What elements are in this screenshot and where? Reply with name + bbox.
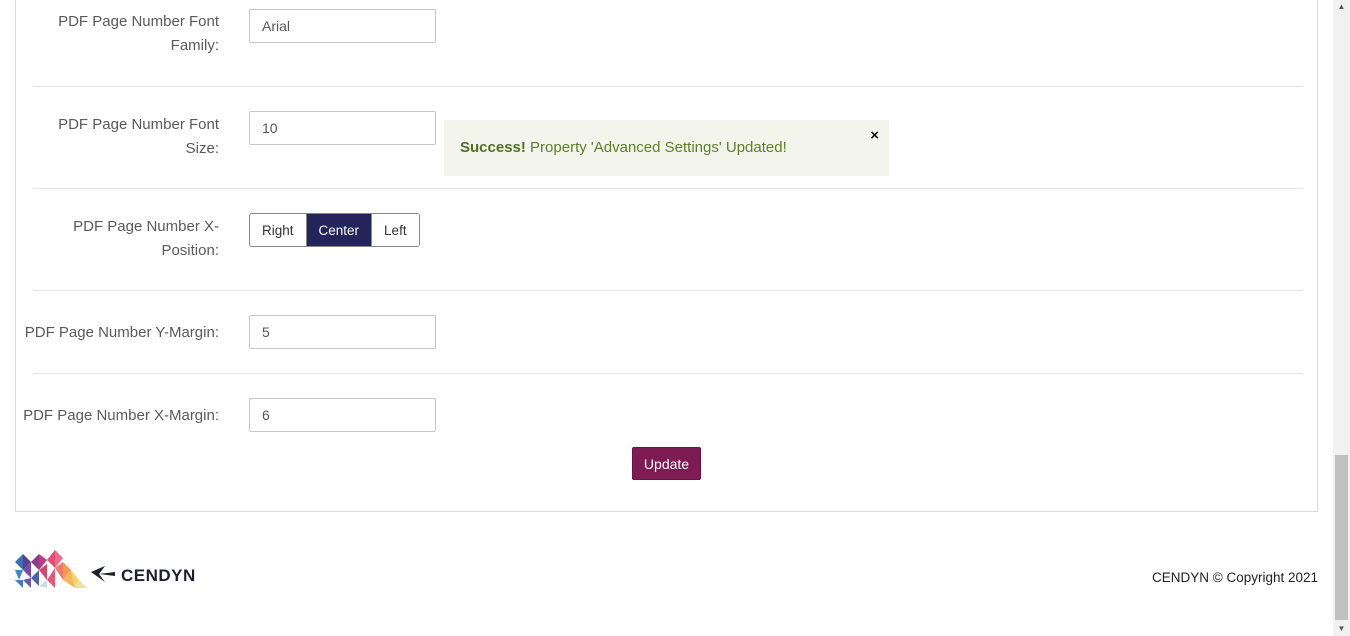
form-row-x-margin: PDF Page Number X-Margin:	[23, 374, 1303, 434]
y-margin-label: PDF Page Number Y-Margin:	[24, 324, 219, 341]
scrollbar-thumb[interactable]	[1335, 455, 1348, 620]
x-margin-input[interactable]	[249, 398, 436, 432]
font-family-input[interactable]	[249, 9, 436, 43]
x-position-label-line2: Position:	[161, 242, 219, 259]
x-position-center-button[interactable]: Center	[306, 214, 373, 246]
close-icon[interactable]: ×	[870, 126, 879, 146]
scroll-down-arrow-icon[interactable]: ▼	[1333, 622, 1350, 636]
x-position-right-button[interactable]: Right	[250, 214, 307, 246]
cendyn-logo: CENDYN	[15, 550, 210, 590]
font-size-label: PDF Page Number Font Size:	[58, 113, 219, 161]
page-scrollbar[interactable]: ▲ ▼	[1333, 0, 1350, 636]
scroll-up-arrow-icon[interactable]: ▲	[1333, 0, 1350, 14]
y-margin-input[interactable]	[249, 315, 436, 349]
copyright-text: CENDYN © Copyright 2021	[1151, 570, 1318, 585]
x-margin-label: PDF Page Number X-Margin:	[23, 407, 219, 424]
form-row-font-family: PDF Page Number Font Family:	[33, 0, 1303, 87]
font-family-label: PDF Page Number Font Family:	[58, 10, 219, 58]
font-family-label-line2: Family:	[170, 37, 219, 54]
form-row-x-position: PDF Page Number X- Position: Right Cente…	[33, 189, 1303, 291]
settings-panel: PDF Page Number Font Family: PDF Page Nu…	[15, 0, 1318, 512]
alert-message: Property 'Advanced Settings' Updated!	[525, 139, 787, 156]
alert-strong-text: Success!	[460, 139, 526, 156]
font-size-input[interactable]	[249, 111, 436, 145]
x-position-label: PDF Page Number X- Position:	[73, 215, 219, 263]
success-alert: Success! Property 'Advanced Settings' Up…	[444, 120, 889, 176]
logo-text: CENDYN	[121, 566, 196, 585]
x-position-label-line1: PDF Page Number X-	[73, 218, 219, 235]
logo-mosaic-icon	[15, 550, 115, 588]
update-button[interactable]: Update	[632, 447, 701, 480]
form-row-y-margin: PDF Page Number Y-Margin:	[25, 291, 1303, 374]
x-position-left-button[interactable]: Left	[372, 214, 419, 246]
font-size-label-line1: PDF Page Number Font	[58, 116, 219, 133]
x-position-toggle-group: Right Center Left	[249, 213, 420, 247]
font-family-label-line1: PDF Page Number Font	[58, 13, 219, 30]
font-size-label-line2: Size:	[185, 140, 219, 157]
